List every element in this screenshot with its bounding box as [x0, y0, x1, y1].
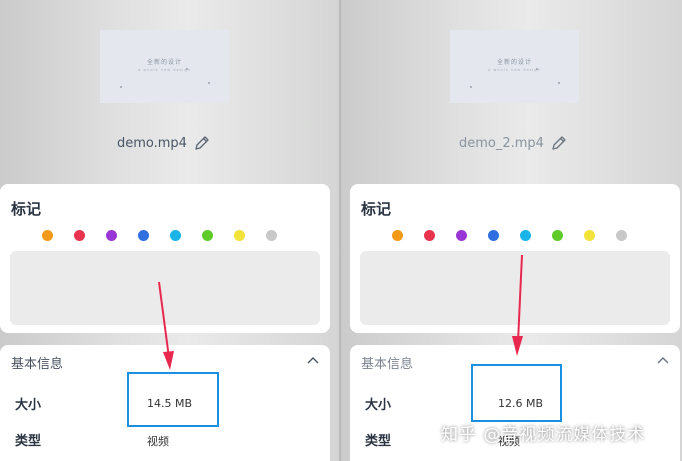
markers-card: 标记 — [0, 184, 330, 333]
pencil-icon[interactable] — [193, 134, 211, 152]
thumbnail-dot — [470, 86, 472, 88]
marker-color-gray[interactable] — [266, 230, 277, 241]
marker-color-green[interactable] — [202, 230, 213, 241]
type-value: 视频 — [147, 435, 169, 448]
pencil-icon[interactable] — [550, 134, 568, 152]
thumbnail-dot — [558, 82, 560, 84]
type-label: 类型 — [365, 434, 392, 449]
markers-card: 标记 — [350, 184, 680, 333]
video-thumbnail[interactable]: 全新的设计 a whole new design — [450, 30, 579, 103]
basic-info-title: 基本信息 — [11, 357, 64, 372]
marker-color-green[interactable] — [552, 230, 563, 241]
chevron-up-icon[interactable] — [306, 354, 320, 366]
marker-color-orange[interactable] — [42, 230, 53, 241]
marker-color-palette — [42, 230, 277, 241]
filename-text: demo.mp4 — [117, 135, 187, 151]
filename-row: demo.mp4 — [117, 132, 211, 154]
marker-color-orange[interactable] — [392, 230, 403, 241]
size-highlight-box — [471, 364, 562, 422]
marker-color-yellow[interactable] — [234, 230, 245, 241]
thumbnail-dot — [208, 82, 210, 84]
marker-color-palette — [392, 230, 627, 241]
watermark-text: 知乎 @音视频流媒体技术 — [441, 425, 646, 445]
marker-note-area[interactable] — [360, 251, 670, 325]
thumbnail-title: 全新的设计 — [146, 59, 182, 66]
size-label: 大小 — [365, 398, 392, 413]
thumbnail-dot — [536, 68, 538, 70]
markers-title: 标记 — [11, 200, 42, 218]
video-thumbnail[interactable]: 全新的设计 a whole new design — [100, 30, 229, 103]
thumbnail-subtitle: a whole new design — [138, 68, 191, 72]
right-file-panel: 全新的设计 a whole new design demo_2.mp4 标记 基… — [341, 0, 682, 461]
marker-color-yellow[interactable] — [584, 230, 595, 241]
thumbnail-dot — [120, 86, 122, 88]
marker-color-purple[interactable] — [456, 230, 467, 241]
marker-color-blue[interactable] — [488, 230, 499, 241]
size-highlight-box — [127, 372, 219, 427]
marker-color-cyan[interactable] — [520, 230, 531, 241]
thumbnail-dot — [186, 68, 188, 70]
chevron-up-icon[interactable] — [656, 354, 670, 366]
markers-title: 标记 — [361, 200, 392, 218]
basic-info-title: 基本信息 — [361, 357, 414, 372]
marker-note-area[interactable] — [10, 251, 320, 325]
marker-color-red[interactable] — [74, 230, 85, 241]
thumbnail-title: 全新的设计 — [496, 59, 532, 66]
marker-color-cyan[interactable] — [170, 230, 181, 241]
size-label: 大小 — [15, 398, 42, 413]
thumbnail-subtitle: a whole new design — [488, 68, 541, 72]
marker-color-gray[interactable] — [616, 230, 627, 241]
filename-row: demo_2.mp4 — [459, 132, 568, 154]
type-label: 类型 — [15, 434, 42, 449]
marker-color-red[interactable] — [424, 230, 435, 241]
left-file-panel: 全新的设计 a whole new design demo.mp4 标记 基本信… — [0, 0, 341, 461]
filename-text: demo_2.mp4 — [459, 135, 544, 151]
marker-color-purple[interactable] — [106, 230, 117, 241]
marker-color-blue[interactable] — [138, 230, 149, 241]
